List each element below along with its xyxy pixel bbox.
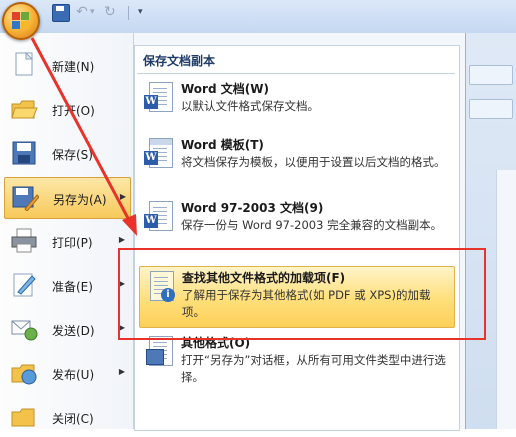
annotation-arrow: [30, 37, 137, 236]
